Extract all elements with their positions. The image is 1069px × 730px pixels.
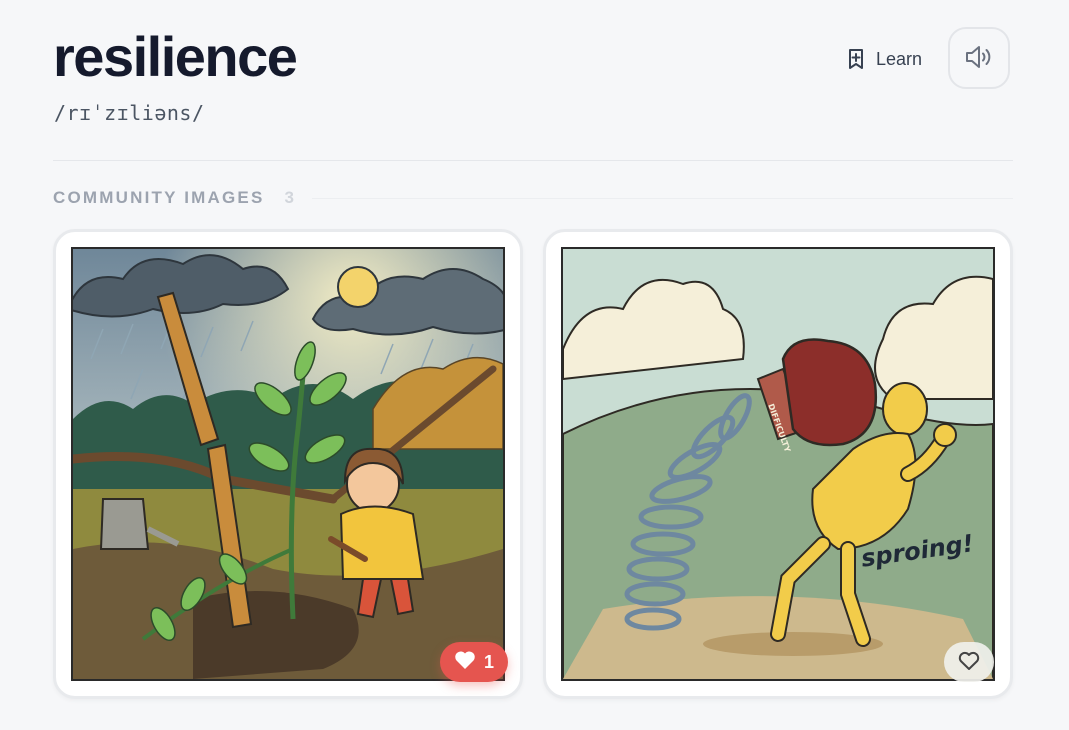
- learn-label: Learn: [876, 48, 923, 69]
- header-divider: [53, 160, 1013, 161]
- community-images-header: COMMUNITY IMAGES 3: [53, 187, 1013, 209]
- community-image-card[interactable]: DIFFICULTY sproing!: [543, 229, 1013, 699]
- play-audio-button[interactable]: [948, 27, 1010, 89]
- bookmark-plus-icon: [846, 48, 866, 70]
- pronunciation: /rɪˈzɪliəns/: [54, 101, 205, 125]
- word-title: resilience: [53, 25, 298, 88]
- heart-outline-icon: [958, 651, 980, 674]
- community-image[interactable]: DIFFICULTY sproing!: [561, 247, 995, 681]
- section-divider: [311, 197, 1013, 199]
- like-count: 1: [483, 651, 494, 672]
- learn-button[interactable]: Learn: [838, 40, 930, 78]
- section-title: COMMUNITY IMAGES: [53, 188, 265, 207]
- speaker-icon: [964, 44, 994, 73]
- like-button[interactable]: [944, 642, 994, 682]
- image-count: 3: [284, 188, 294, 207]
- heart-filled-icon: [454, 650, 476, 675]
- like-button[interactable]: 1: [440, 642, 508, 682]
- community-image-card[interactable]: 1: [53, 229, 523, 699]
- community-image[interactable]: [71, 247, 505, 681]
